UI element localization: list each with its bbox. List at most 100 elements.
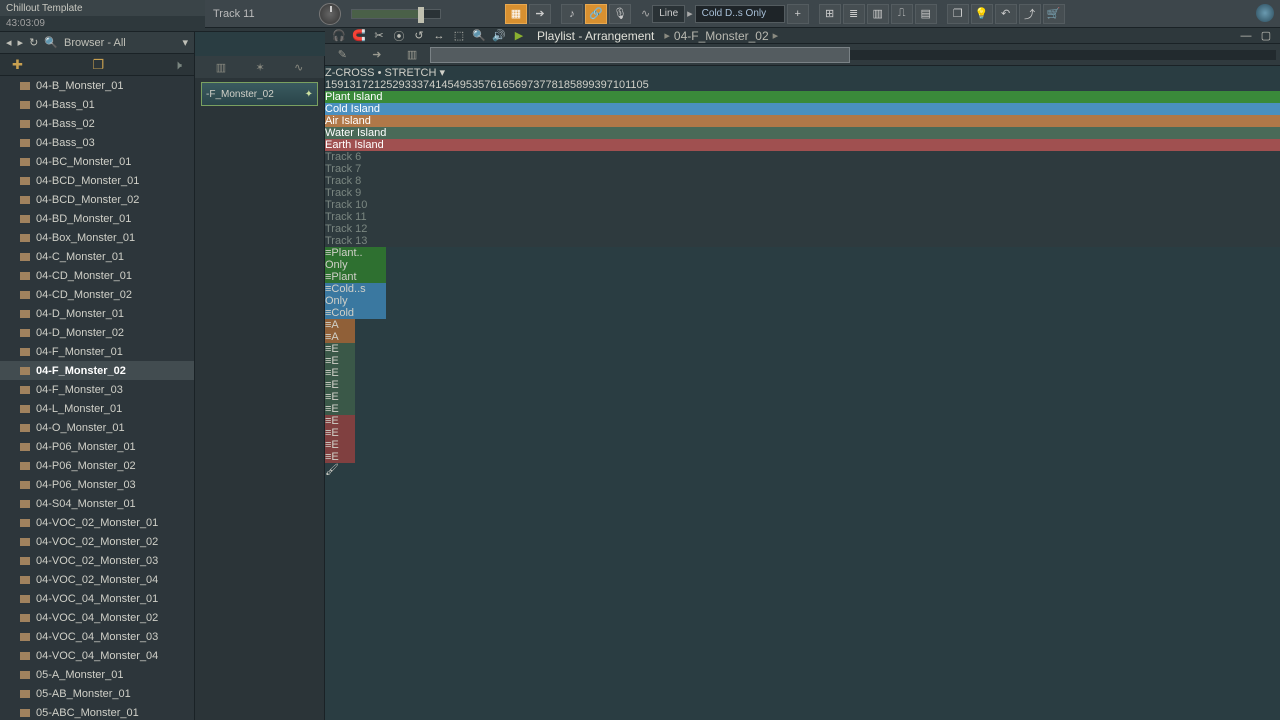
clip[interactable]: ≡E: [325, 439, 355, 451]
chevron-right-icon[interactable]: ▸: [18, 36, 24, 49]
headphones-icon[interactable]: 🎧: [331, 29, 347, 43]
browser-button[interactable]: ▤: [915, 4, 937, 24]
browser-item[interactable]: 04-Bass_01: [0, 95, 194, 114]
browser-item[interactable]: 04-VOC_04_Monster_01: [0, 589, 194, 608]
tool-arrow-icon[interactable]: ➜: [372, 48, 381, 61]
zoom-icon[interactable]: 🔍: [471, 29, 487, 43]
browser-item[interactable]: 05-AB_Monster_01: [0, 684, 194, 703]
clip[interactable]: ≡A: [325, 331, 355, 343]
sync-icon[interactable]: ↺: [411, 29, 427, 43]
cut-icon[interactable]: ✂: [371, 29, 387, 43]
browser-item[interactable]: 04-BCD_Monster_02: [0, 190, 194, 209]
undo-button[interactable]: ↶: [995, 4, 1017, 24]
chevron-left-icon[interactable]: ◂: [6, 36, 12, 49]
add-icon[interactable]: ✚: [12, 57, 23, 73]
track-row[interactable]: ≡E≡E≡E≡E: [325, 415, 1280, 463]
browser-item[interactable]: 04-Box_Monster_01: [0, 228, 194, 247]
pattern-picker-cell[interactable]: -F_Monster_02 ✦: [201, 82, 318, 106]
record-button[interactable]: 🎙: [609, 4, 631, 24]
clip[interactable]: ≡E: [325, 403, 355, 415]
browser-item[interactable]: 04-BCD_Monster_01: [0, 171, 194, 190]
song-mode-button[interactable]: ➔: [529, 4, 551, 24]
browser-list[interactable]: 04-B_Monster_0104-Bass_0104-Bass_0204-Ba…: [0, 76, 194, 720]
browser-item[interactable]: 04-L_Monster_01: [0, 399, 194, 418]
clip[interactable]: ≡Cold..s Only: [325, 283, 386, 307]
track-header[interactable]: Track 9: [325, 187, 1280, 199]
browser-item[interactable]: 04-P06_Monster_01: [0, 437, 194, 456]
chevron-down-icon[interactable]: ▾: [182, 36, 188, 49]
clip[interactable]: ≡Plant.. Only: [325, 247, 386, 271]
browser-item[interactable]: 04-Bass_02: [0, 114, 194, 133]
track-row[interactable]: ≡Cold..s Only≡Cold: [325, 283, 1280, 319]
metronome-button[interactable]: ♪: [561, 4, 583, 24]
browser-item[interactable]: 04-Bass_03: [0, 133, 194, 152]
playlist-ruler[interactable]: Z-CROSS • STRETCH ▾ 15913172125293337414…: [325, 66, 1280, 91]
speaker-icon[interactable]: 🔊: [491, 29, 507, 43]
link-button[interactable]: 🔗: [585, 4, 607, 24]
clip[interactable]: ≡E: [325, 427, 355, 439]
browser-item[interactable]: 04-P06_Monster_03: [0, 475, 194, 494]
pattern-mode-button[interactable]: ▦: [505, 4, 527, 24]
browser-item[interactable]: 04-VOC_04_Monster_03: [0, 627, 194, 646]
tempo-knob[interactable]: [319, 3, 341, 25]
chevron-down-icon[interactable]: ▾: [440, 67, 446, 79]
browser-item[interactable]: 04-CD_Monster_02: [0, 285, 194, 304]
playlist-overview[interactable]: ✎ ➜ ▥: [325, 44, 1280, 66]
track-header[interactable]: Air Island: [325, 115, 1280, 127]
browser-item[interactable]: 04-VOC_02_Monster_04: [0, 570, 194, 589]
hint-button[interactable]: 💡: [971, 4, 993, 24]
browser-item[interactable]: 04-O_Monster_01: [0, 418, 194, 437]
mixer-button[interactable]: ⎍: [891, 4, 913, 24]
clip[interactable]: ≡E: [325, 367, 355, 379]
clip[interactable]: ≡Cold: [325, 307, 386, 319]
browser-item[interactable]: 04-F_Monster_03: [0, 380, 194, 399]
pattern-expand-icon[interactable]: ✦: [305, 89, 313, 100]
browser-header[interactable]: ◂ ▸ ↻ 🔍 Browser - All ▾: [0, 32, 194, 54]
track-header[interactable]: Track 8: [325, 175, 1280, 187]
copy-button[interactable]: ❐: [947, 4, 969, 24]
browser-item[interactable]: 05-ABC_Monster_01: [0, 703, 194, 720]
track-header[interactable]: Track 13: [325, 235, 1280, 247]
clip[interactable]: ≡E: [325, 343, 355, 355]
channel-rack-button[interactable]: ▥: [867, 4, 889, 24]
browser-item[interactable]: 04-CD_Monster_01: [0, 266, 194, 285]
browser-item[interactable]: 04-C_Monster_01: [0, 247, 194, 266]
clip[interactable]: ≡E: [325, 415, 355, 427]
browser-item[interactable]: 04-F_Monster_01: [0, 342, 194, 361]
clip[interactable]: ≡Plant: [325, 271, 386, 283]
mute-icon[interactable]: 🕨: [174, 57, 182, 73]
clip[interactable]: ≡E: [325, 355, 355, 367]
playlist-button[interactable]: ⊞: [819, 4, 841, 24]
browser-item[interactable]: 04-S04_Monster_01: [0, 494, 194, 513]
browser-item[interactable]: 04-B_Monster_01: [0, 76, 194, 95]
track-row[interactable]: ≡E≡E≡E≡E≡E≡E: [325, 343, 1280, 415]
doc-icon[interactable]: ❐: [93, 57, 105, 73]
magnet-icon[interactable]: 🧲: [351, 29, 367, 43]
track-header[interactable]: Track 12: [325, 223, 1280, 235]
browser-item[interactable]: 04-D_Monster_02: [0, 323, 194, 342]
stretch-icon[interactable]: ↔: [431, 29, 447, 43]
track-header[interactable]: Track 7: [325, 163, 1280, 175]
song-position-bar[interactable]: [351, 9, 441, 19]
export-button[interactable]: ⤴: [1019, 4, 1041, 24]
track-row[interactable]: ≡A≡A: [325, 319, 1280, 343]
browser-item[interactable]: 04-VOC_04_Monster_02: [0, 608, 194, 627]
automation-icon[interactable]: ∿: [294, 61, 303, 74]
tool-stamp-icon[interactable]: ▥: [407, 48, 417, 61]
browser-item[interactable]: 04-D_Monster_01: [0, 304, 194, 323]
track-header[interactable]: Track 11: [325, 211, 1280, 223]
track-header[interactable]: Water Island: [325, 127, 1280, 139]
snap-select[interactable]: Line: [652, 5, 685, 23]
track-header[interactable]: Track 10: [325, 199, 1280, 211]
browser-item[interactable]: 04-BC_Monster_01: [0, 152, 194, 171]
track-header[interactable]: Earth Island: [325, 139, 1280, 151]
search-icon[interactable]: 🔍: [44, 36, 58, 49]
shop-button[interactable]: 🛒: [1043, 4, 1065, 24]
browser-item[interactable]: 05-A_Monster_01: [0, 665, 194, 684]
browser-item[interactable]: 04-F_Monster_02: [0, 361, 194, 380]
online-icon[interactable]: [1256, 4, 1274, 22]
pattern-select[interactable]: Cold D..s Only: [695, 5, 785, 23]
maximize-icon[interactable]: ▢: [1258, 29, 1274, 43]
clip[interactable]: ≡E: [325, 379, 355, 391]
piano-roll-button[interactable]: ≣: [843, 4, 865, 24]
